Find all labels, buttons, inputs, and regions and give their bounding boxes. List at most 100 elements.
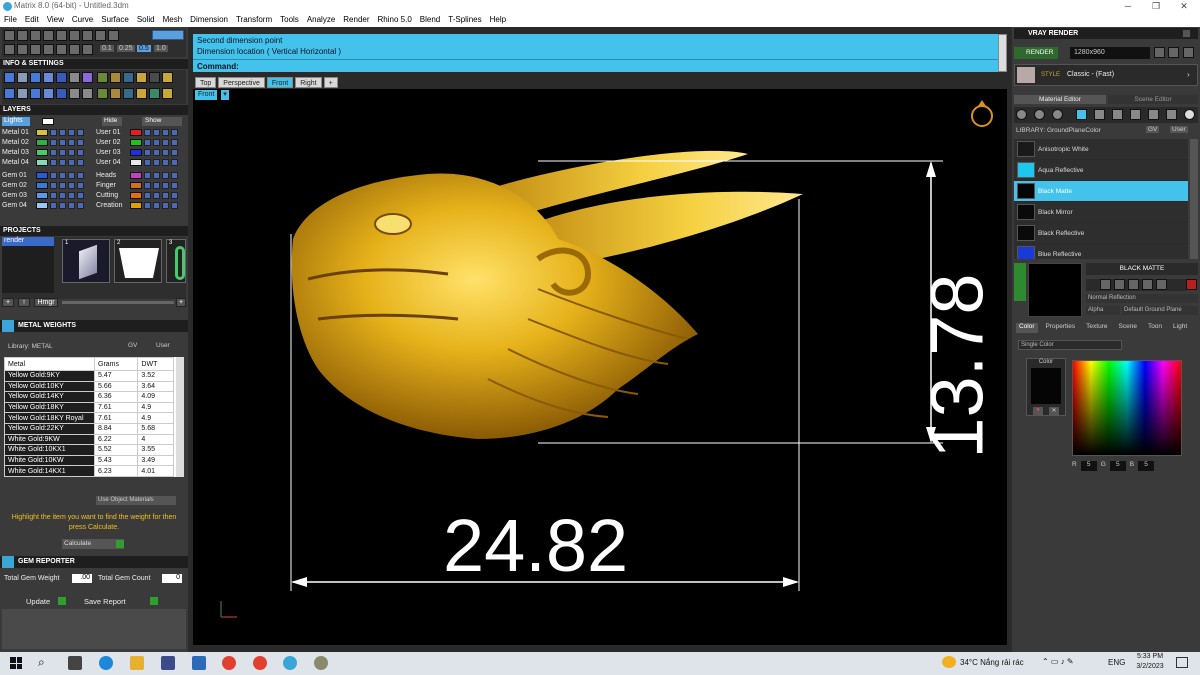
- material-list-scrollbar[interactable]: [1190, 139, 1198, 259]
- edge-icon[interactable]: [99, 656, 113, 670]
- tool-icon[interactable]: [69, 88, 80, 99]
- list-item[interactable]: Black Matte: [1014, 181, 1188, 202]
- snap-1-0[interactable]: 1.0: [154, 45, 168, 52]
- layer-color[interactable]: [130, 192, 142, 199]
- maximize-button[interactable]: ❐: [1142, 0, 1170, 13]
- project-item-render[interactable]: render: [2, 237, 54, 246]
- tool-icon[interactable]: [162, 88, 173, 99]
- project-thumb-1[interactable]: 1: [62, 239, 110, 283]
- layer-option-icon[interactable]: [77, 139, 84, 146]
- menu-rhino[interactable]: Rhino 5.0: [378, 13, 412, 27]
- ground-plane-select[interactable]: Default Ground Plane: [1122, 306, 1198, 315]
- tool-icon[interactable]: [69, 72, 80, 83]
- add-project-button[interactable]: +: [2, 298, 14, 307]
- weather-text[interactable]: 34°C Nắng rải rác: [960, 658, 1024, 667]
- layer-option-icon[interactable]: [171, 192, 178, 199]
- list-item[interactable]: Aqua Reflective: [1014, 160, 1188, 181]
- layer-color[interactable]: [130, 202, 142, 209]
- tool-icon[interactable]: [136, 72, 147, 83]
- material-tool-icon[interactable]: [1034, 109, 1045, 120]
- layer-color[interactable]: [130, 129, 142, 136]
- add-thumb-button[interactable]: +: [176, 298, 186, 307]
- layer-select-icon[interactable]: [162, 149, 169, 156]
- tool-icon[interactable]: [136, 88, 147, 99]
- layer-select-icon[interactable]: [68, 202, 75, 209]
- table-row[interactable]: Yellow Gold:18KY Royal 7.61 4.9: [4, 412, 174, 424]
- search-icon[interactable]: ⌕: [38, 655, 45, 670]
- layer-visibility-icon[interactable]: [50, 182, 57, 189]
- r-value[interactable]: 5: [1080, 461, 1097, 471]
- menu-view[interactable]: View: [47, 13, 64, 27]
- project-thumb-2[interactable]: 2: [114, 239, 162, 283]
- layer-option-icon[interactable]: [171, 139, 178, 146]
- tool-icon[interactable]: [56, 72, 67, 83]
- render-option-icon[interactable]: [1154, 47, 1165, 58]
- table-row[interactable]: Yellow Gold:10KY 5.66 3.64: [4, 380, 174, 393]
- layer-lock-icon[interactable]: [153, 202, 160, 209]
- tool-icon[interactable]: [56, 30, 67, 41]
- material-side-tab[interactable]: [1014, 263, 1026, 301]
- material-tool-icon[interactable]: [1094, 109, 1105, 120]
- tool-icon[interactable]: [17, 72, 28, 83]
- layer-color[interactable]: [130, 139, 142, 146]
- layer-select-icon[interactable]: [68, 182, 75, 189]
- layer-row-metal-01[interactable]: Metal 01: [2, 128, 92, 138]
- tool-icon[interactable]: [17, 44, 28, 55]
- list-item[interactable]: Anisotropic White: [1014, 139, 1188, 160]
- layer-lock-icon[interactable]: [59, 172, 66, 179]
- layer-visibility-icon[interactable]: [50, 192, 57, 199]
- command-prompt[interactable]: Command:: [193, 59, 998, 72]
- layer-visibility-icon[interactable]: [144, 182, 151, 189]
- tool-icon[interactable]: [123, 88, 134, 99]
- normal-reflection-select[interactable]: Normal Reflection: [1086, 294, 1198, 303]
- tab-properties[interactable]: Properties: [1043, 323, 1079, 333]
- snap-0-1[interactable]: 0.1: [100, 45, 114, 52]
- layer-visibility-icon[interactable]: [50, 159, 57, 166]
- material-action-icon[interactable]: [1100, 279, 1111, 290]
- tab-texture[interactable]: Texture: [1083, 323, 1110, 333]
- layer-visibility-icon[interactable]: [144, 202, 151, 209]
- hide-button[interactable]: Hide: [102, 117, 122, 126]
- tab-toon[interactable]: Toon: [1145, 323, 1165, 333]
- layer-select-icon[interactable]: [68, 129, 75, 136]
- tool-icon[interactable]: [4, 30, 15, 41]
- layer-lock-icon[interactable]: [59, 182, 66, 189]
- material-user-toggle[interactable]: User: [1170, 126, 1188, 133]
- layer-color[interactable]: [36, 192, 48, 199]
- layer-select-icon[interactable]: [162, 139, 169, 146]
- layer-lock-icon[interactable]: [153, 192, 160, 199]
- tool-icon[interactable]: [95, 30, 106, 41]
- menu-tsplines[interactable]: T-Splines: [448, 13, 481, 27]
- tool-icon[interactable]: [4, 44, 15, 55]
- tool-icon[interactable]: [82, 30, 93, 41]
- table-row[interactable]: White Gold:10KX1 5.52 3.55: [4, 444, 174, 456]
- layer-visibility-icon[interactable]: [50, 149, 57, 156]
- layer-color[interactable]: [36, 182, 48, 189]
- layer-option-icon[interactable]: [77, 129, 84, 136]
- snap-0-5[interactable]: 0.5: [137, 45, 151, 52]
- list-item[interactable]: Black Mirror: [1014, 202, 1188, 223]
- layer-row-cutting[interactable]: Cutting: [96, 191, 186, 201]
- tool-icon[interactable]: [56, 88, 67, 99]
- color-picker-icon[interactable]: ●: [1033, 407, 1043, 415]
- layer-row-user-04[interactable]: User 04: [96, 158, 186, 168]
- tool-icon[interactable]: [30, 30, 41, 41]
- vray-close-icon[interactable]: [1182, 29, 1191, 38]
- snap-0-25[interactable]: 0.25: [117, 45, 135, 52]
- layer-color[interactable]: [36, 149, 48, 156]
- material-tool-icon[interactable]: [1076, 109, 1087, 120]
- layer-lock-icon[interactable]: [59, 159, 66, 166]
- tab-color[interactable]: Color: [1016, 323, 1038, 333]
- tool-icon[interactable]: [149, 72, 160, 83]
- layer-option-icon[interactable]: [171, 172, 178, 179]
- system-tray-icons[interactable]: ⌃ ▭ ♪ ✎: [1042, 657, 1074, 666]
- menu-edit[interactable]: Edit: [25, 13, 39, 27]
- layer-color[interactable]: [130, 149, 142, 156]
- layer-select-icon[interactable]: [68, 192, 75, 199]
- table-row[interactable]: White Gold:10KW 5.43 3.49: [4, 454, 174, 467]
- color-picker-spectrum[interactable]: [1072, 360, 1182, 456]
- tool-bar-blue[interactable]: [152, 30, 184, 40]
- layer-visibility-icon[interactable]: [144, 172, 151, 179]
- layer-option-icon[interactable]: [77, 172, 84, 179]
- layer-lock-icon[interactable]: [59, 129, 66, 136]
